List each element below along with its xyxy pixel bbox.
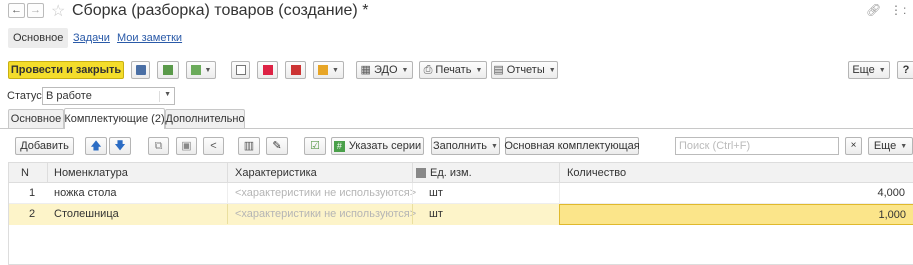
column-settings-icon xyxy=(416,168,426,178)
arrow-up-icon: 🡅 xyxy=(90,139,102,152)
tab-tasks[interactable]: Задачи xyxy=(73,32,110,44)
reports-icon: ▤ xyxy=(493,63,504,76)
share-button[interactable]: < xyxy=(203,137,224,155)
post-document-icon xyxy=(163,65,173,75)
vertical-dots-icon[interactable]: ⋮ xyxy=(890,3,902,17)
pick-goods-button[interactable]: ☑ xyxy=(304,137,326,155)
search-input[interactable]: Поиск (Ctrl+F) xyxy=(675,137,839,155)
table-header: N Номенклатура Характеристика Ед. изм. К… xyxy=(9,163,913,183)
row-characteristic[interactable]: <характеристики не используются> xyxy=(235,183,416,203)
pick-button[interactable]: ✎ xyxy=(266,137,288,155)
barcode-icon: ▥ xyxy=(243,139,255,152)
page-title: Сборка (разборка) товаров (создание) * xyxy=(72,2,369,19)
share-icon: < xyxy=(210,139,217,152)
pencil-icon: ✎ xyxy=(272,139,282,152)
save-button[interactable] xyxy=(131,61,150,79)
forward-button[interactable]: → xyxy=(27,3,44,18)
status-select[interactable]: В работе ▼ xyxy=(42,87,175,105)
column-header-unit[interactable]: Ед. изм. xyxy=(416,163,472,183)
create-based-on-button[interactable]: ▼ xyxy=(186,61,216,79)
clear-search-button[interactable]: × xyxy=(845,137,862,155)
favorite-star-icon[interactable]: ☆ xyxy=(51,1,65,21)
form-tab-main[interactable]: Основное xyxy=(8,109,64,128)
move-up-button[interactable]: 🡅 xyxy=(85,137,107,155)
components-table: N Номенклатура Характеристика Ед. изм. К… xyxy=(8,162,913,265)
chevron-down-icon: ▼ xyxy=(159,91,171,102)
attach-files-button[interactable]: ▼ xyxy=(313,61,344,79)
table-row[interactable]: 1 ножка стола <характеристики не использ… xyxy=(9,183,913,204)
barcode-button[interactable]: ▥ xyxy=(238,137,260,155)
column-header-n[interactable]: N xyxy=(21,163,29,183)
create-based-icon xyxy=(190,65,201,75)
column-header-qty[interactable]: Количество xyxy=(567,163,626,183)
edo-button[interactable]: ▦ ЭДО ▼ xyxy=(356,61,413,79)
post-button[interactable] xyxy=(157,61,179,79)
debit-credit-icon xyxy=(262,65,273,75)
status-label: Статус: xyxy=(7,90,45,102)
reports-button[interactable]: ▤ Отчеты ▼ xyxy=(491,61,558,79)
more-button[interactable]: Еще ▼ xyxy=(848,61,890,79)
tab-notes[interactable]: Мои заметки xyxy=(117,32,182,44)
link-icon[interactable]: 🔗︎ xyxy=(866,3,881,17)
column-header-characteristic[interactable]: Характеристика xyxy=(235,163,317,183)
specify-series-button[interactable]: # Указать серии xyxy=(331,137,424,155)
edo-icon: ▦ xyxy=(360,63,371,76)
row-number: 2 xyxy=(29,208,36,220)
column-header-item[interactable]: Номенклатура xyxy=(54,163,128,183)
form-tab-additional[interactable]: Дополнительно xyxy=(165,109,245,128)
journal-button[interactable] xyxy=(231,61,250,79)
paste-row-button[interactable]: ▣ xyxy=(176,137,197,155)
tab-main[interactable]: Основное xyxy=(8,28,69,48)
move-down-button[interactable]: 🡇 xyxy=(109,137,131,155)
debit-credit-button[interactable] xyxy=(257,61,278,79)
printer-icon: ⎙ xyxy=(423,63,433,76)
print-button[interactable]: ⎙ Печать ▼ xyxy=(419,61,487,79)
main-component-button[interactable]: Основная комплектующая xyxy=(504,137,640,155)
copy-icon: ⧉ xyxy=(154,139,163,152)
copy-row-button[interactable]: ⧉ xyxy=(148,137,169,155)
journal-icon xyxy=(235,65,246,75)
row-qty-active-cell[interactable]: 1,000 xyxy=(559,204,913,225)
table-row-selected[interactable]: 2 Столешница <характеристики не использу… xyxy=(9,204,913,225)
status-value: В работе xyxy=(46,90,92,102)
dt-kt-button[interactable] xyxy=(285,61,306,79)
form-tab-components[interactable]: Комплектующие (2) xyxy=(64,108,165,129)
series-icon: # xyxy=(333,140,345,152)
fill-button[interactable]: Заполнить ▼ xyxy=(431,137,500,155)
arrow-down-icon: 🡇 xyxy=(114,139,126,152)
paste-icon: ▣ xyxy=(181,139,192,152)
row-item[interactable]: Столешница xyxy=(54,204,119,224)
add-row-button[interactable]: Добавить xyxy=(15,137,74,155)
table-more-button[interactable]: Еще ▼ xyxy=(868,137,913,155)
save-icon xyxy=(135,65,146,75)
attachment-icon xyxy=(318,65,329,75)
close-icon[interactable]: : xyxy=(903,3,906,17)
back-button[interactable]: ← xyxy=(8,3,25,18)
dt-kt-icon xyxy=(290,65,301,75)
row-item[interactable]: ножка стола xyxy=(54,183,116,203)
row-unit[interactable]: шт xyxy=(429,204,443,224)
row-qty[interactable]: 4,000 xyxy=(877,183,905,203)
row-characteristic[interactable]: <характеристики не используются> xyxy=(235,204,416,224)
row-number: 1 xyxy=(29,187,36,199)
help-button[interactable]: ? xyxy=(897,61,913,79)
post-and-close-button[interactable]: Провести и закрыть xyxy=(8,61,124,79)
row-unit[interactable]: шт xyxy=(429,183,443,203)
checklist-icon: ☑ xyxy=(310,139,320,152)
